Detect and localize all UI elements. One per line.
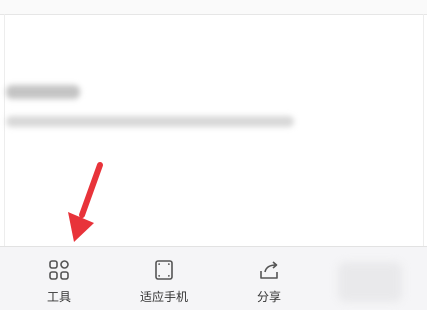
grid-icon	[49, 260, 69, 280]
red-arrow-annotation	[68, 162, 103, 242]
fit-phone-button[interactable]: 适应手机	[124, 247, 204, 310]
blurred-title	[6, 85, 80, 99]
content-edge-left	[4, 14, 5, 246]
fit-screen-icon	[155, 260, 173, 280]
tools-button[interactable]: 工具	[28, 247, 90, 310]
share-button[interactable]: 分享	[238, 247, 300, 310]
tools-label: 工具	[46, 290, 71, 304]
share-label: 分享	[256, 290, 281, 304]
divider	[0, 14, 427, 15]
blurred-subtitle	[6, 116, 294, 127]
top-strip	[0, 0, 427, 14]
share-icon	[260, 261, 278, 279]
content-edge-right	[423, 14, 424, 246]
fit-phone-label: 适应手机	[139, 290, 188, 304]
blurred-toolbar-item	[338, 262, 402, 302]
screen: 工具 适应手机 分享	[0, 0, 427, 310]
